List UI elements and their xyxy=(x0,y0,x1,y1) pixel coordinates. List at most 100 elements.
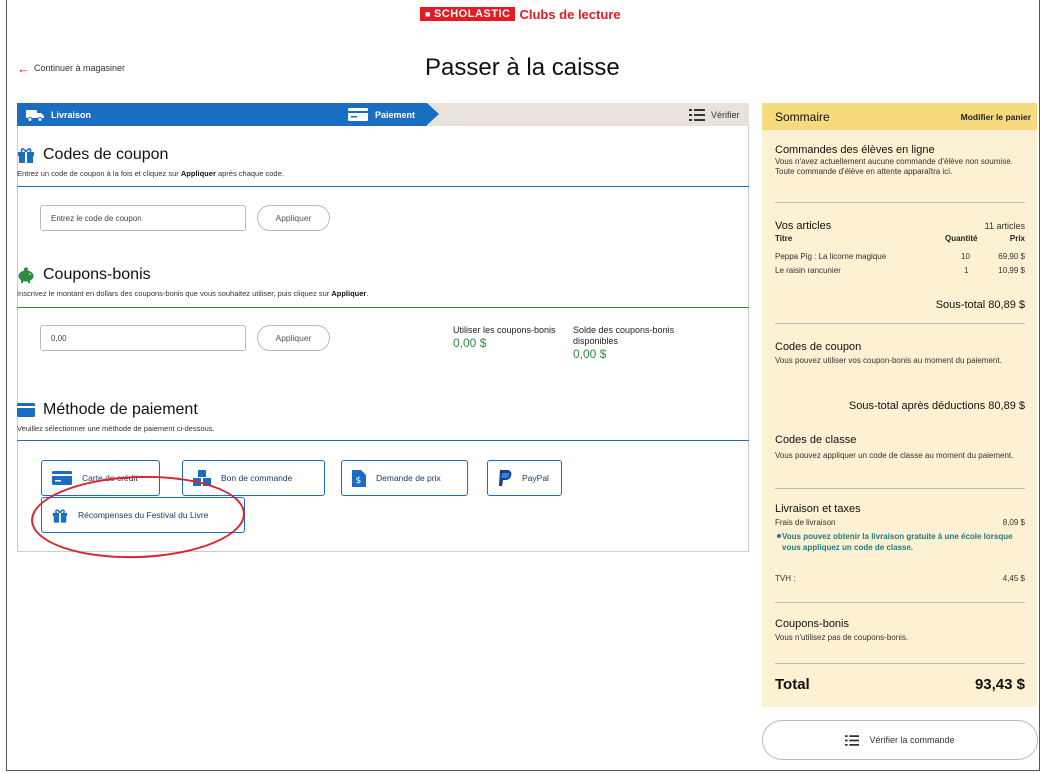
col-quantity: Quantité xyxy=(945,234,978,243)
shipping-fee-label: Frais de livraison xyxy=(775,518,836,527)
verify-order-button[interactable]: Vérifier la commande xyxy=(762,720,1038,760)
step-livraison-label: Livraison xyxy=(51,109,92,120)
item-row: Peppa Pig : La licorne magique 10 69,90 … xyxy=(775,252,1025,262)
payment-method-divider xyxy=(17,440,749,441)
item-row: Le raisin rancunier 1 10,99 $ xyxy=(775,266,1025,276)
coupon-codes-heading: Codes de coupon xyxy=(17,146,168,164)
bonus-used: Utiliser les coupons-bonis 0,00 $ xyxy=(453,325,563,349)
verify-order-label: Vérifier la commande xyxy=(869,735,955,745)
coupon-code-placeholder: Entrez le code de coupon xyxy=(51,213,142,223)
scholastic-logo[interactable]: ■ SCHOLASTIC Clubs de lecture xyxy=(420,6,621,22)
item-price: 10,99 $ xyxy=(998,266,1025,275)
tax-label: TVH : xyxy=(775,574,796,583)
total-label: Total xyxy=(775,676,810,693)
coupon-codes-divider xyxy=(17,186,749,187)
bullet-icon xyxy=(777,534,781,538)
bonus-balance: Solde des coupons-bonis disponibles 0,00… xyxy=(573,325,713,360)
summary-divider xyxy=(775,663,1025,664)
svg-text:$: $ xyxy=(356,476,362,486)
payment-method-title: Méthode de paiement xyxy=(43,401,198,418)
summary-bonus-text: Vous n'utilisez pas de coupons-bonis. xyxy=(775,633,909,642)
shipping-fee-value: 8,09 $ xyxy=(1002,518,1025,527)
summary-title: Sommaire xyxy=(775,110,830,124)
bonus-coupons-description: Inscrivez le montant en dollars des coup… xyxy=(17,289,369,298)
bonus-balance-label: Solde des coupons-bonis disponibles xyxy=(573,325,675,346)
paypal-icon xyxy=(499,469,512,486)
tax-value: 4,45 $ xyxy=(1002,574,1025,583)
card-icon xyxy=(348,108,368,121)
class-codes-text: Vous pouvez appliquer un code de classe … xyxy=(775,451,1014,460)
bonus-amount-value: 0,00 xyxy=(51,333,67,343)
gift-icon xyxy=(18,148,34,163)
item-title: Peppa Pig : La licorne magique xyxy=(775,252,887,261)
item-qty: 1 xyxy=(964,266,969,275)
col-price: Prix xyxy=(1009,234,1025,243)
class-codes-title: Codes de classe xyxy=(775,434,857,446)
truck-icon xyxy=(26,109,44,122)
summary-divider xyxy=(775,488,1025,489)
payment-method-heading: Méthode de paiement xyxy=(17,401,198,419)
items-header-row: Titre Quantité Prix xyxy=(775,234,1025,244)
brand-icon: ■ xyxy=(425,9,431,19)
item-price: 69,90 $ xyxy=(998,252,1025,261)
bonus-balance-value: 0,00 $ xyxy=(573,347,607,361)
checkout-stepper: Livraison Paiement Vérifier xyxy=(17,103,749,126)
step-verifier-label: Vérifier xyxy=(711,109,740,120)
bonus-coupons-title: Coupons-bonis xyxy=(43,266,151,283)
summary-coupon-text: Vous pouvez utiliser vos coupon-bonis au… xyxy=(775,356,1002,365)
bonus-coupons-divider xyxy=(17,307,749,308)
page-title: Passer à la caisse xyxy=(425,54,620,81)
bonus-used-value: 0,00 $ xyxy=(453,336,487,350)
summary-header: Sommaire Modifier le panier xyxy=(762,103,1037,130)
list-icon xyxy=(689,108,705,121)
student-orders-title: Commandes des élèves en ligne xyxy=(775,144,935,156)
edit-cart-link[interactable]: Modifier le panier xyxy=(961,112,1031,122)
bonus-used-label: Utiliser les coupons-bonis xyxy=(453,325,556,335)
list-icon xyxy=(845,734,860,746)
brand-name: SCHOLASTIC xyxy=(433,8,511,20)
items-count: 11 articles xyxy=(984,221,1025,231)
coupon-code-input[interactable]: Entrez le code de coupon xyxy=(40,205,246,231)
summary-bonus-title: Coupons-bonis xyxy=(775,618,849,630)
stepper-arrow xyxy=(427,103,439,125)
paypal-label: PayPal xyxy=(522,473,549,483)
continue-shopping-label: Continuer à magasiner xyxy=(34,63,126,73)
purchase-order-label: Bon de commande xyxy=(221,473,293,483)
order-summary: Sommaire Modifier le panier Commandes de… xyxy=(762,103,1037,707)
paypal-option[interactable]: PayPal xyxy=(487,460,562,496)
shipping-title: Livraison et taxes xyxy=(775,503,861,515)
bonus-amount-input[interactable]: 0,00 xyxy=(40,325,246,351)
student-orders-text: Vous n'avez actuellement aucune commande… xyxy=(775,157,1013,176)
item-qty: 10 xyxy=(961,252,970,261)
piggy-bank-icon xyxy=(18,267,34,283)
step-paiement[interactable]: Paiement xyxy=(347,103,415,126)
subtotal-after-deductions: Sous-total après déductions 80,89 $ xyxy=(848,400,1025,412)
step-livraison[interactable]: Livraison xyxy=(25,103,91,126)
coupon-codes-title: Codes de coupon xyxy=(43,146,169,163)
tax-row: TVH : 4,45 $ xyxy=(775,574,1025,584)
total-value: 93,43 $ xyxy=(974,676,1025,693)
arrow-left-icon: ← xyxy=(17,60,30,76)
step-paiement-label: Paiement xyxy=(375,109,416,120)
shipping-fee-row: Frais de livraison 8,09 $ xyxy=(775,518,1025,528)
brand-subtitle: Clubs de lecture xyxy=(519,6,621,22)
free-shipping-note: Vous pouvez obtenir la livraison gratuit… xyxy=(782,532,1013,552)
items-subtotal: Sous-total 80,89 $ xyxy=(935,299,1025,311)
payment-method-description: Veuillez sélectionner une méthode de pai… xyxy=(17,424,215,433)
continue-shopping-link[interactable]: ← Continuer à magasiner xyxy=(17,60,126,76)
items-title: Vos articles xyxy=(775,220,832,232)
coupon-codes-description: Entrez un code de coupon à la fois et cl… xyxy=(17,169,284,178)
item-title: Le raisin rancunier xyxy=(775,266,841,275)
step-verifier[interactable]: Vérifier xyxy=(689,103,740,126)
summary-divider xyxy=(775,202,1025,203)
credit-card-icon xyxy=(52,471,72,485)
apply-bonus-button[interactable]: Appliquer xyxy=(257,325,330,351)
apply-coupon-button[interactable]: Appliquer xyxy=(257,205,330,231)
col-title: Titre xyxy=(775,234,793,243)
price-quote-label: Demande de prix xyxy=(376,473,441,483)
summary-divider xyxy=(775,323,1025,324)
summary-coupon-title: Codes de coupon xyxy=(775,341,862,353)
bonus-coupons-heading: Coupons-bonis xyxy=(17,266,151,284)
document-dollar-icon: $ xyxy=(352,469,366,487)
price-quote-option[interactable]: $ Demande de prix xyxy=(341,460,468,496)
